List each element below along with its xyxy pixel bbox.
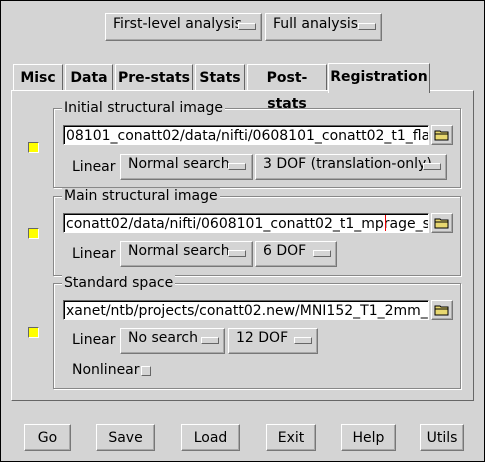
menu-indicator-icon [228,163,246,170]
initial-structural-path-input[interactable]: 08101_conatt02/data/nifti/0608101_conatt… [63,125,429,145]
load-button[interactable]: Load [181,424,240,451]
main-structural-path-input[interactable]: conatt02/data/nifti/0608101_conatt02_t1_… [63,213,429,233]
nonlinear-checkbox[interactable] [141,366,151,376]
menu-indicator-icon [423,163,441,170]
text-cursor [385,215,386,231]
standard-space-title: Standard space [62,275,176,291]
main-structural-title: Main structural image [62,188,220,204]
analysis-level-label: First-level analysis [113,16,242,32]
tab-data[interactable]: Data [65,64,113,90]
initial-search-label: Normal search [128,156,230,172]
folder-icon [434,218,449,229]
initial-structural-checkbox[interactable] [28,142,39,153]
analysis-level-menu[interactable]: First-level analysis [105,13,262,41]
standard-search-label: No search [128,330,198,346]
standard-linear-label: Linear [72,332,116,348]
utils-button[interactable]: Utils [420,424,464,451]
main-search-label: Normal search [128,243,230,259]
initial-search-menu[interactable]: Normal search [120,154,253,180]
standard-search-menu[interactable]: No search [120,328,225,354]
initial-structural-browse-button[interactable] [431,125,453,145]
menu-indicator-icon [358,23,376,30]
menu-indicator-icon [238,23,256,30]
help-button[interactable]: Help [341,424,396,451]
main-linear-label: Linear [72,246,116,262]
initial-dof-label: 3 DOF (translation-only) [263,156,432,172]
main-dof-menu[interactable]: 6 DOF [255,241,337,267]
tab-post-stats[interactable]: Post-stats [247,64,327,112]
standard-space-checkbox[interactable] [28,327,39,338]
main-structural-browse-button[interactable] [431,213,453,233]
main-search-menu[interactable]: Normal search [120,241,253,267]
tab-pre-stats[interactable]: Pre-stats [115,64,193,90]
tab-registration[interactable]: Registration [328,63,430,93]
initial-linear-label: Linear [72,159,116,175]
analysis-type-menu[interactable]: Full analysis [265,13,382,41]
standard-space-path-input[interactable]: xanet/ntb/projects/conatt02.new/MNI152_T… [63,300,429,320]
folder-icon [434,130,449,141]
initial-structural-title: Initial structural image [62,100,225,116]
main-structural-checkbox[interactable] [28,228,39,239]
main-dof-label: 6 DOF [263,243,307,259]
exit-button[interactable]: Exit [266,424,316,451]
tab-stats[interactable]: Stats [195,64,245,90]
standard-dof-menu[interactable]: 12 DOF [228,328,318,354]
standard-space-browse-button[interactable] [431,300,453,320]
menu-indicator-icon [228,250,246,257]
tab-misc[interactable]: Misc [13,64,63,90]
go-button[interactable]: Go [24,424,71,451]
menu-indicator-icon [294,337,312,344]
feat-window: First-level analysis Full analysis Misc … [0,0,485,462]
menu-indicator-icon [313,250,331,257]
menu-indicator-icon [201,337,219,344]
analysis-type-label: Full analysis [273,16,359,32]
initial-dof-menu[interactable]: 3 DOF (translation-only) [255,154,447,180]
standard-dof-label: 12 DOF [236,330,289,346]
save-button[interactable]: Save [96,424,155,451]
folder-icon [434,305,449,316]
nonlinear-label: Nonlinear [72,362,140,378]
